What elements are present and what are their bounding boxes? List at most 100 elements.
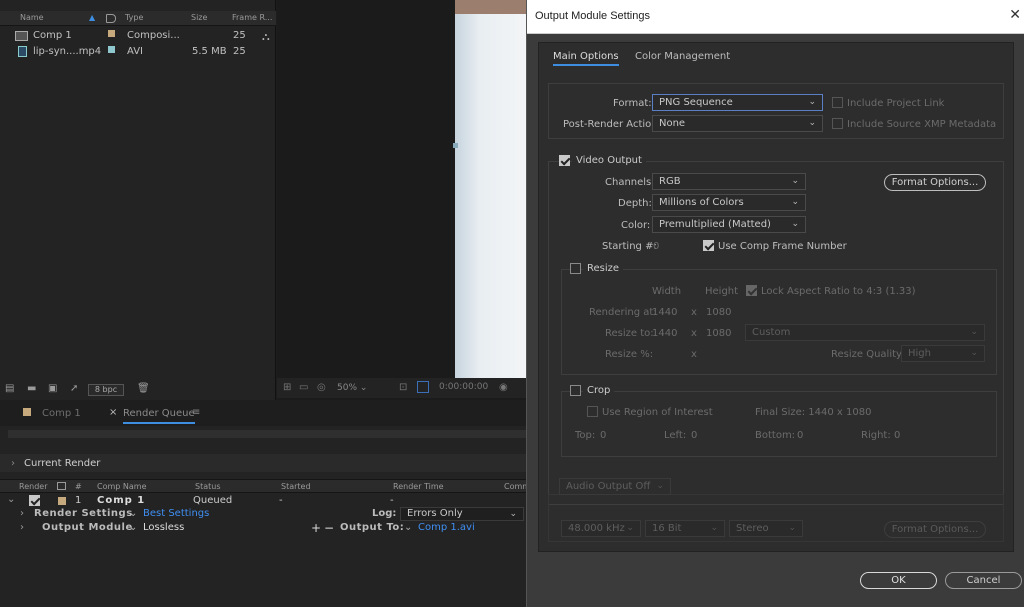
grid-icon[interactable]: ⊡ [399,382,407,393]
output-to-link[interactable]: Comp 1.avi [418,522,475,533]
output-module-dropdown-icon[interactable]: ⌄ [129,522,137,533]
crop-top-field[interactable]: 0 [600,430,606,441]
queue-column-header: Render # Comp Name Status Started Render… [0,479,530,493]
output-module-value[interactable]: Lossless [143,522,184,533]
use-comp-frame-label: Use Comp Frame Number [718,241,847,252]
new-composition-icon[interactable]: ▣ [48,384,60,394]
log-label: Log: [372,508,397,519]
mask-icon[interactable]: ◎ [317,382,326,393]
label-color-swatch[interactable] [108,30,115,37]
resize-preset-select[interactable]: Custom ⌄ [745,324,985,341]
rendering-width: 1440 [652,307,678,318]
include-xmp-checkbox[interactable] [832,118,843,129]
col-status[interactable]: Status [195,482,221,491]
crop-checkbox[interactable] [570,385,581,396]
label-tag-icon[interactable] [106,14,116,23]
use-comp-frame-checkbox[interactable] [703,240,714,251]
column-type[interactable]: Type [125,13,143,22]
column-size[interactable]: Size [191,13,207,22]
view-options-icon[interactable]: ⊞ [283,382,291,393]
snapshot-icon[interactable]: ◉ [499,382,508,393]
col-render[interactable]: Render [19,482,47,491]
add-output-module-icon[interactable]: + [311,521,321,535]
audio-output-select[interactable]: Audio Output Off ⌄ [559,478,671,495]
current-render-bar[interactable]: › Current Render [0,454,526,472]
audio-bit-depth-select[interactable]: 16 Bit ⌄ [645,520,725,537]
col-started[interactable]: Started [281,482,311,491]
remove-output-module-icon[interactable]: − [324,521,334,535]
video-format-options-button[interactable]: Format Options... [884,174,986,191]
new-folder-icon[interactable]: ▬ [27,384,39,394]
include-project-link-checkbox[interactable] [832,97,843,108]
project-item-footage[interactable]: lip-syn....mp4 AVI 5.5 MB 25 [0,45,262,60]
column-frame-rate[interactable]: Frame R... [232,13,272,22]
close-dialog-icon[interactable]: ✕ [1009,7,1021,23]
adjust-project-icon[interactable]: ➚ [70,384,82,394]
audio-format-options-button[interactable]: Format Options... [884,521,986,538]
resize-width-field[interactable]: 1440 [652,328,677,339]
use-roi-checkbox[interactable] [587,406,598,417]
channels-select[interactable]: RGB ⌄ [652,173,806,190]
cancel-button[interactable]: Cancel [945,572,1022,589]
col-render-time[interactable]: Render Time [393,482,444,491]
log-select[interactable]: Errors Only ⌄ [400,507,524,521]
column-name[interactable]: Name [20,13,44,22]
include-xmp-label: Include Source XMP Metadata [847,119,997,130]
label-color-swatch[interactable] [58,497,66,505]
item-name: lip-syn....mp4 [33,46,102,57]
post-render-select[interactable]: None ⌄ [652,115,823,132]
queue-item-row[interactable]: ⌄ 1 Comp 1 Queued - - [0,494,526,508]
ok-button[interactable]: OK [860,572,937,589]
close-tab-icon[interactable]: × [109,407,117,418]
output-to-dropdown-icon[interactable]: ⌄ [404,522,412,533]
item-fps: 25 [233,30,246,41]
color-select[interactable]: Premultiplied (Matted) ⌄ [652,216,806,233]
bit-depth-button[interactable]: 8 bpc [88,384,124,396]
rendering-height: 1080 [706,307,732,318]
depth-select[interactable]: Millions of Colors ⌄ [652,194,806,211]
tab-render-queue[interactable]: Render Queue [123,408,195,424]
layer-handle[interactable] [453,143,458,148]
crop-right-field[interactable]: 0 [894,430,900,441]
monitor-icon[interactable]: ▭ [299,382,308,393]
format-select[interactable]: PNG Sequence ⌄ [652,94,823,111]
color-label: Color: [621,220,651,231]
sort-ascending-icon[interactable]: ▲ [89,13,95,22]
label-tag-icon[interactable] [57,482,66,490]
transparency-icon[interactable] [417,381,429,393]
item-name: Comp 1 [33,30,72,41]
tab-comp-1[interactable]: Comp 1 [42,408,81,419]
trash-icon[interactable]: 🗑 [137,384,150,394]
expand-output-module-icon[interactable]: › [20,522,24,533]
render-checkbox[interactable] [29,495,40,506]
expand-render-settings-icon[interactable]: › [20,508,24,519]
resize-quality-select[interactable]: High ⌄ [901,345,985,362]
project-item-comp[interactable]: Comp 1 Composi... 25 [0,29,262,44]
project-panel: Name ▲ Type Size Frame R... Comp 1 Compo… [0,0,276,400]
expand-item-icon[interactable]: ⌄ [7,494,15,505]
flowchart-icon[interactable]: ⛬ [262,30,270,44]
zoom-select[interactable]: 50% ⌄ [337,381,393,395]
resize-checkbox[interactable] [570,263,581,274]
video-output-checkbox[interactable] [559,155,570,166]
audio-channels-select[interactable]: Stereo ⌄ [729,520,803,537]
interpret-footage-icon[interactable]: ▤ [5,384,17,394]
crop-bottom-field[interactable]: 0 [797,430,803,441]
resize-height-field[interactable]: 1080 [706,328,731,339]
crop-left-field[interactable]: 0 [691,430,697,441]
expand-current-render-icon[interactable]: › [11,458,15,469]
render-settings-dropdown-icon[interactable]: ⌄ [129,508,137,519]
times-symbol: x [691,349,697,360]
starting-number-field[interactable]: 0 [653,241,659,252]
render-settings-link[interactable]: Best Settings [143,508,209,519]
label-color-swatch[interactable] [108,46,115,53]
comp-tab-swatch [23,408,31,416]
lock-aspect-checkbox[interactable] [746,285,757,296]
col-comp-name[interactable]: Comp Name [97,482,147,491]
col-number[interactable]: # [75,482,82,491]
audio-sample-rate-select[interactable]: 48.000 kHz ⌄ [561,520,641,537]
tab-main-options[interactable]: Main Options [553,51,619,66]
panel-menu-icon[interactable]: ≡ [192,407,200,418]
timecode[interactable]: 0:00:00:00 [439,382,488,392]
tab-color-management[interactable]: Color Management [635,51,730,62]
